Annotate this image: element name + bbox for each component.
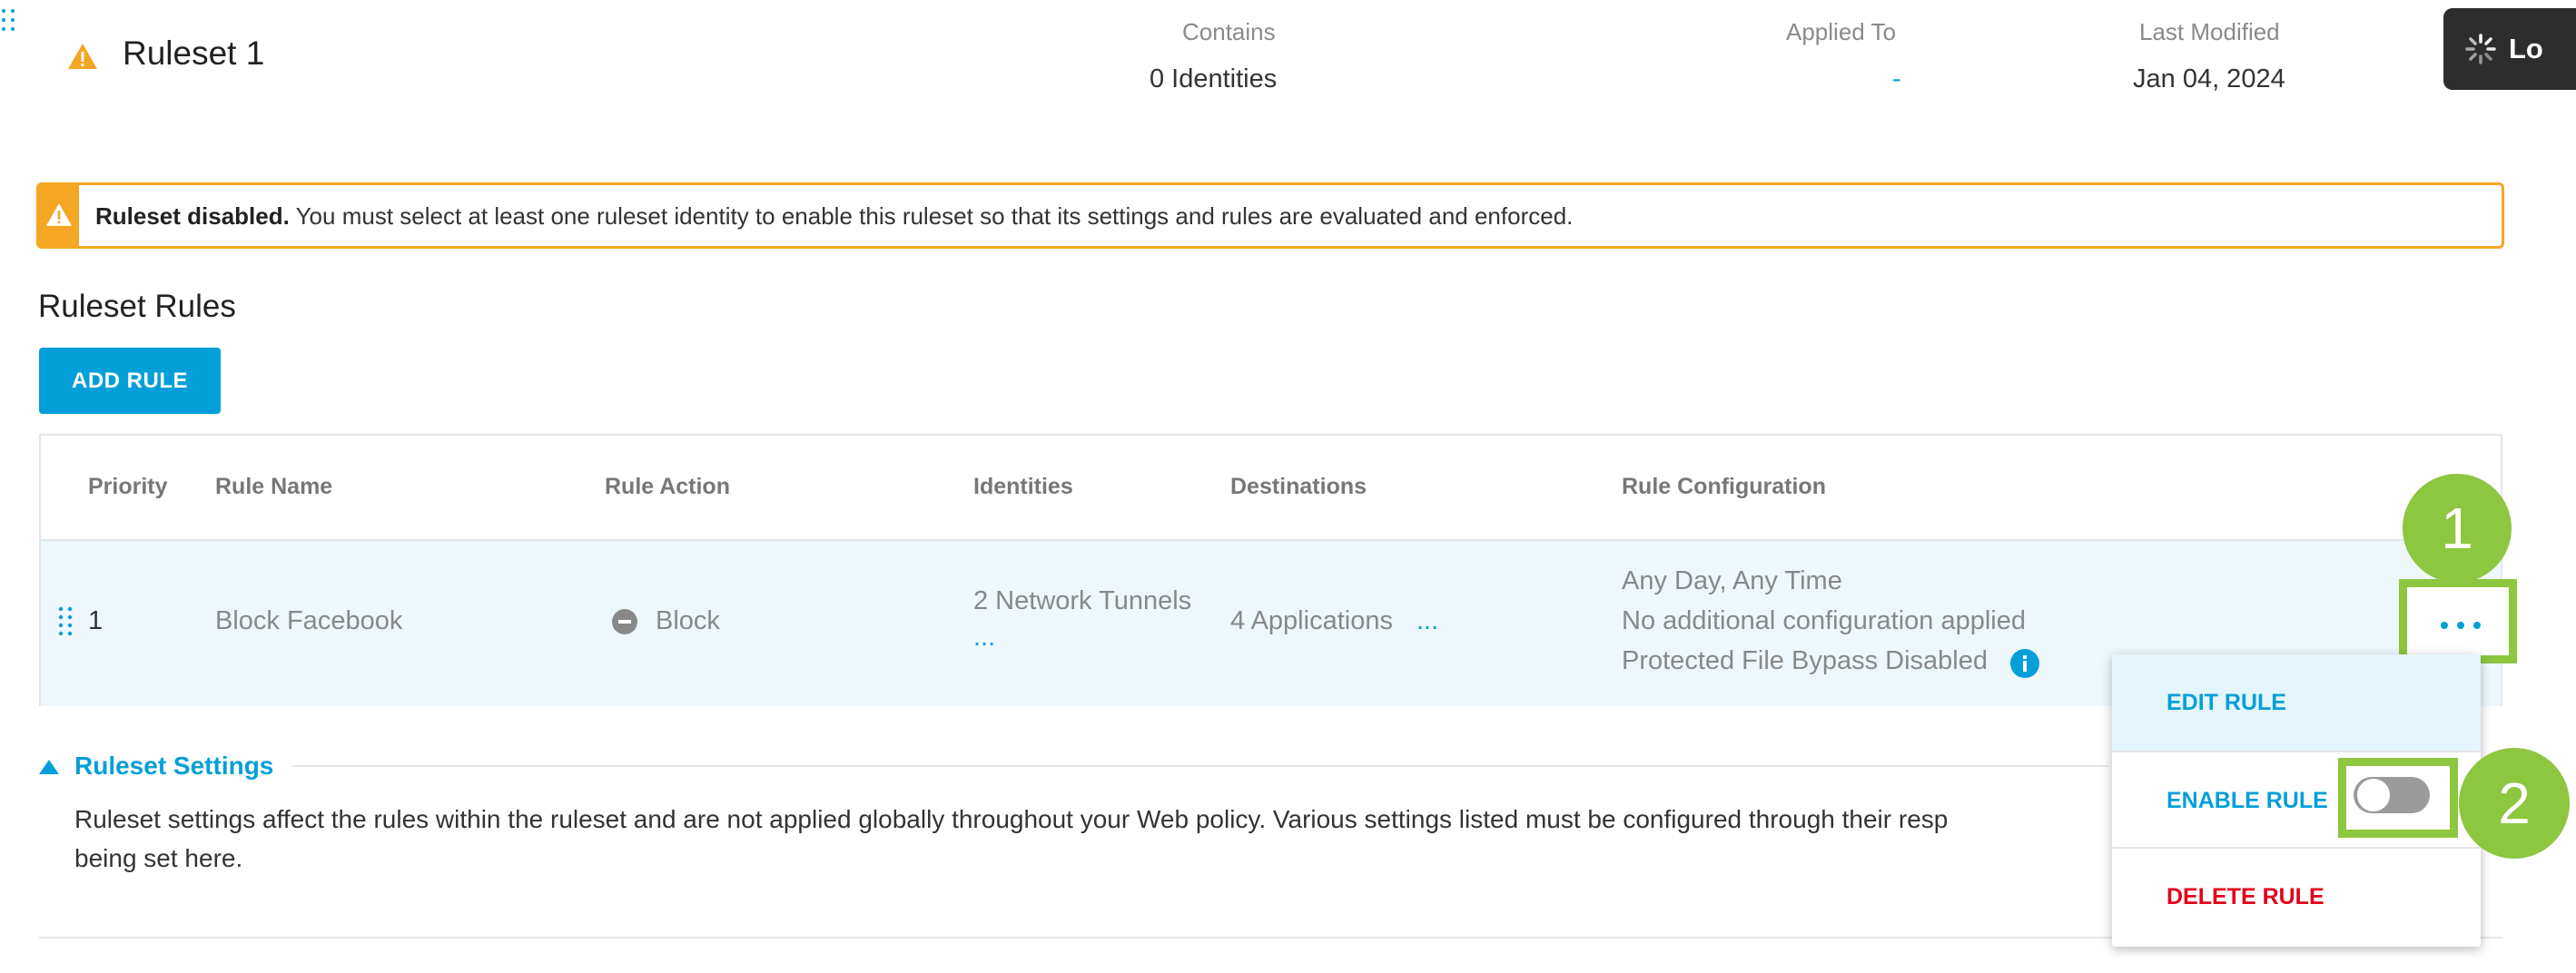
- last-modified-label: Last Modified: [2139, 18, 2280, 45]
- spinner-icon: [2465, 34, 2496, 72]
- rule-config-schedule: Any Day, Any Time: [1622, 566, 1842, 595]
- rule-name[interactable]: Block Facebook: [215, 606, 402, 636]
- callout-2: 2: [2459, 748, 2570, 859]
- settings-description-line2: being set here.: [74, 844, 243, 872]
- add-rule-button[interactable]: ADD RULE: [39, 348, 221, 414]
- rule-config-bypass: Protected File Bypass Disabled: [1622, 646, 1988, 675]
- applied-to-value[interactable]: -: [1892, 64, 1901, 94]
- contains-label: Contains: [1182, 18, 1276, 45]
- applied-to-label: Applied To: [1786, 18, 1896, 45]
- rule-action: Block: [656, 606, 720, 635]
- rule-actions-kebab-button[interactable]: [2399, 579, 2517, 663]
- info-icon[interactable]: [2009, 648, 2040, 683]
- banner-strip: [39, 185, 79, 246]
- rule-destinations-more[interactable]: ...: [1416, 606, 1438, 636]
- loading-indicator: Lo: [2443, 8, 2576, 90]
- rule-destinations: 4 Applications: [1230, 606, 1393, 635]
- block-circle-icon: [611, 608, 638, 640]
- settings-description-line1: Ruleset settings affect the rules within…: [74, 805, 1949, 833]
- edit-rule-menu-item[interactable]: EDIT RULE: [2112, 654, 2481, 751]
- loading-text: Lo: [2509, 33, 2543, 64]
- banner-bold: Ruleset disabled.: [95, 202, 290, 230]
- column-header-rule-action[interactable]: Rule Action: [605, 474, 730, 500]
- rule-priority: 1: [88, 606, 104, 635]
- rule-identities: 2 Network Tunnels: [973, 586, 1192, 615]
- settings-divider: [292, 765, 2108, 767]
- column-header-rule-configuration[interactable]: Rule Configuration: [1622, 474, 1826, 500]
- column-header-identities[interactable]: Identities: [973, 474, 1073, 500]
- ruleset-settings-toggle[interactable]: Ruleset Settings: [74, 752, 273, 781]
- ruleset-title: Ruleset 1: [123, 34, 265, 72]
- warning-triangle-icon: [67, 43, 98, 70]
- toggle-knob[interactable]: [2355, 777, 2392, 813]
- banner-text: You must select at least one ruleset ide…: [289, 202, 1574, 230]
- column-header-rule-name[interactable]: Rule Name: [215, 474, 332, 500]
- caret-up-icon[interactable]: [38, 759, 60, 780]
- warning-triangle-icon: [45, 202, 73, 231]
- drag-handle-icon[interactable]: [0, 7, 22, 44]
- ruleset-settings-description: Ruleset settings affect the rules within…: [74, 800, 2127, 878]
- column-header-destinations[interactable]: Destinations: [1230, 474, 1367, 500]
- ruleset-rules-title: Ruleset Rules: [38, 289, 236, 324]
- delete-rule-menu-item[interactable]: DELETE RULE: [2112, 847, 2481, 943]
- contains-value: 0 Identities: [1150, 64, 1278, 93]
- last-modified-value: Jan 04, 2024: [2133, 64, 2285, 93]
- more-options-icon: [2440, 618, 2482, 634]
- callout-1: 1: [2403, 474, 2512, 583]
- rule-config-additional: No additional configuration applied: [1622, 606, 2026, 635]
- rule-identities-more[interactable]: ...: [973, 623, 995, 653]
- drag-handle-icon[interactable]: [57, 606, 75, 640]
- banner-message: Ruleset disabled. You must select at lea…: [95, 202, 1573, 231]
- column-header-priority[interactable]: Priority: [88, 474, 168, 500]
- ruleset-disabled-banner: Ruleset disabled. You must select at lea…: [36, 182, 2504, 249]
